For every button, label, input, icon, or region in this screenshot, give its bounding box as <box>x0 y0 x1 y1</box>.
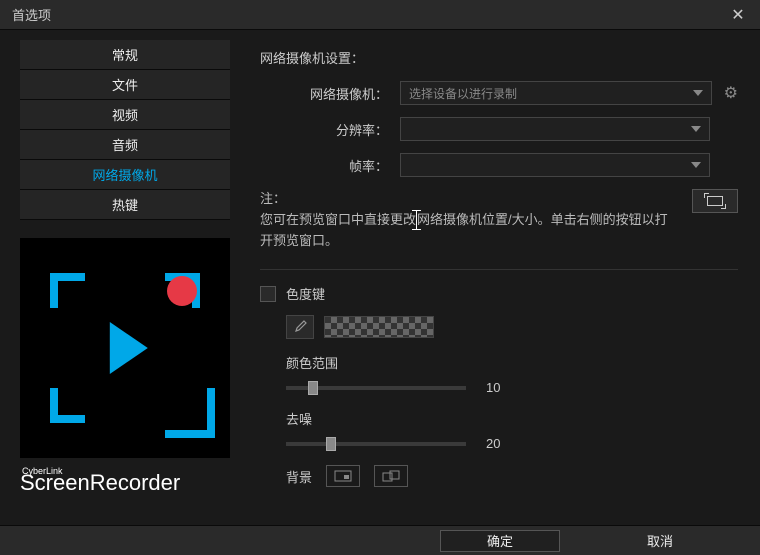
denoise-value: 20 <box>486 436 500 451</box>
resolution-select[interactable] <box>400 117 710 141</box>
preview-button[interactable] <box>692 189 738 213</box>
denoise-label: 去噪 <box>286 409 738 428</box>
color-range-label: 颜色范围 <box>286 353 738 372</box>
chroma-label: 色度键 <box>286 284 325 303</box>
chevron-down-icon <box>693 90 703 96</box>
nav-item-audio[interactable]: 音频 <box>20 130 230 160</box>
record-dot-icon <box>167 276 197 306</box>
background-label: 背景 <box>286 467 312 486</box>
nav-item-video[interactable]: 视频 <box>20 100 230 130</box>
color-swatch[interactable] <box>324 316 434 338</box>
bg-option-solid[interactable] <box>326 465 360 487</box>
settings-panel: 网络摄像机设置： 网络摄像机： 选择设备以进行录制 ⚙ 分辨率： 帧率： <box>250 30 760 525</box>
eyedropper-button[interactable] <box>286 315 314 339</box>
nav-item-webcam[interactable]: 网络摄像机 <box>20 160 230 190</box>
chroma-checkbox[interactable] <box>260 286 276 302</box>
titlebar: 首选项 ✕ <box>0 0 760 30</box>
product-name: CyberLink ScreenRecorder <box>20 466 230 496</box>
chevron-down-icon <box>691 162 701 168</box>
note-text: 注： 您可在预览窗口中直接更改网络摄像机位置/大小。单击右侧的按钮以打开预览窗口… <box>260 189 680 251</box>
chevron-down-icon <box>691 126 701 132</box>
ok-button[interactable]: 确定 <box>440 530 560 552</box>
color-range-slider[interactable] <box>286 386 466 390</box>
product-logo <box>20 238 230 458</box>
framerate-label: 帧率： <box>260 156 400 175</box>
nav-item-file[interactable]: 文件 <box>20 70 230 100</box>
fullscreen-icon <box>707 196 723 206</box>
gear-icon[interactable]: ⚙ <box>724 83 738 103</box>
denoise-slider[interactable] <box>286 442 466 446</box>
divider <box>260 269 738 270</box>
nav-list: 常规 文件 视频 音频 网络摄像机 热键 <box>20 40 230 220</box>
framerate-select[interactable] <box>400 153 710 177</box>
section-title: 网络摄像机设置： <box>260 48 738 67</box>
cancel-button[interactable]: 取消 <box>600 530 720 552</box>
bg-option-image[interactable] <box>374 465 408 487</box>
nav-item-general[interactable]: 常规 <box>20 40 230 70</box>
nav-item-hotkey[interactable]: 热键 <box>20 190 230 220</box>
footer: 确定 取消 <box>0 525 760 555</box>
close-icon[interactable]: ✕ <box>728 5 748 25</box>
window-title: 首选项 <box>12 5 51 24</box>
content: 常规 文件 视频 音频 网络摄像机 热键 CyberLink ScreenRec… <box>0 30 760 525</box>
webcam-select[interactable]: 选择设备以进行录制 <box>400 81 712 105</box>
eyedropper-icon <box>293 320 307 334</box>
resolution-label: 分辨率： <box>260 120 400 139</box>
color-range-value: 10 <box>486 380 500 395</box>
play-icon <box>110 322 148 374</box>
sidebar: 常规 文件 视频 音频 网络摄像机 热键 CyberLink ScreenRec… <box>0 30 250 525</box>
webcam-label: 网络摄像机： <box>260 84 400 103</box>
